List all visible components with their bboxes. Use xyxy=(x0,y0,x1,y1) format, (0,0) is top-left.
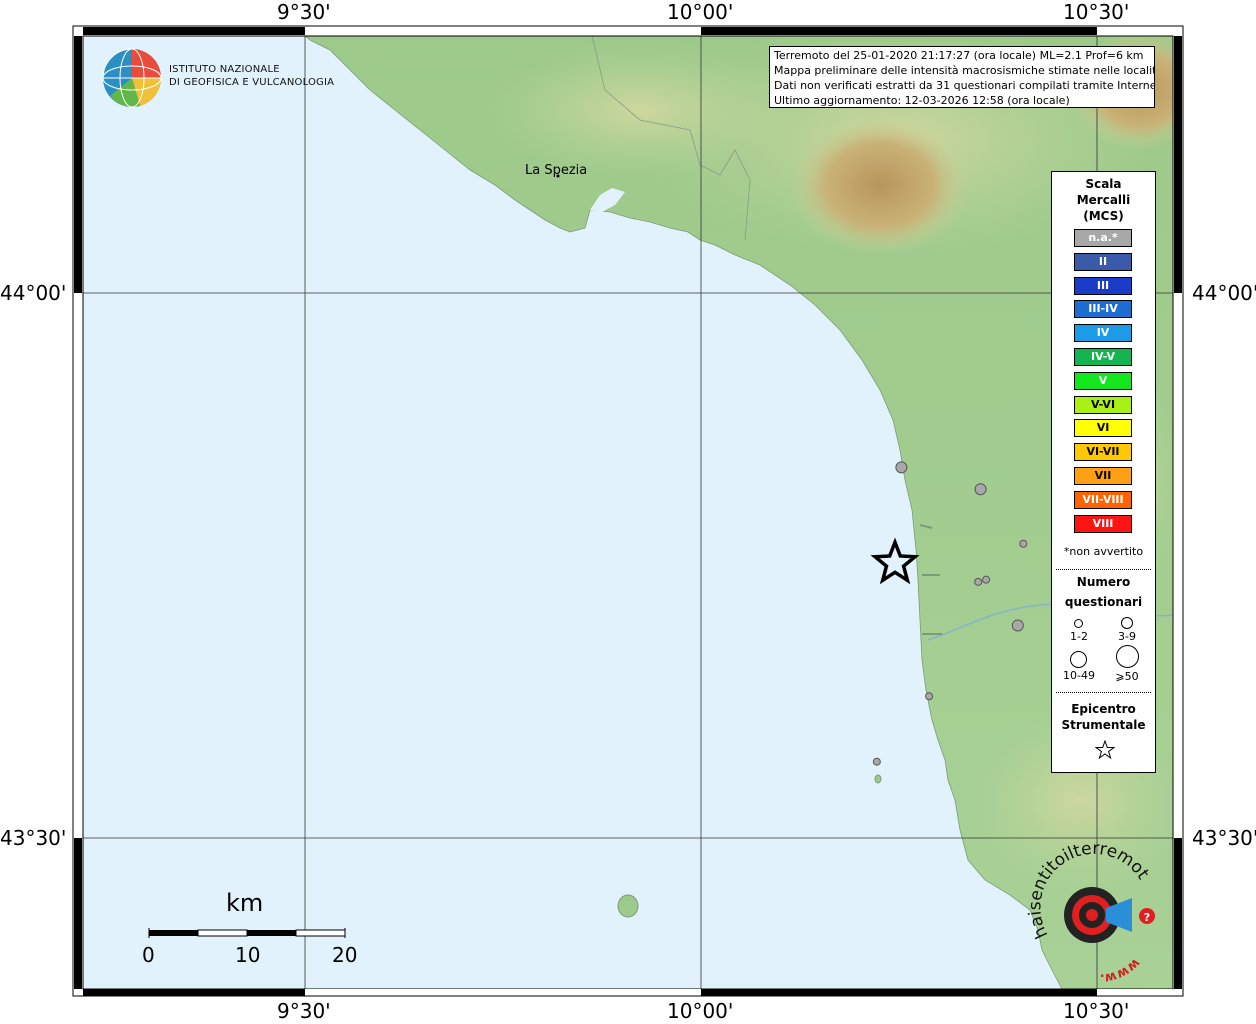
size-circle-1-2 xyxy=(1074,619,1083,628)
size-label-3-9: 3-9 xyxy=(1118,630,1136,643)
legend-title-line2: Mercalli xyxy=(1076,193,1131,207)
lat-label-left-2: 43°30' xyxy=(0,826,67,850)
legend-numero-line2: questionari xyxy=(1064,595,1143,609)
apuan-alps xyxy=(790,115,970,255)
legend-epi-line1: Epicentro xyxy=(1071,702,1136,716)
observation-dot xyxy=(974,577,983,586)
lon-label-top-3: 10°30' xyxy=(1063,0,1130,24)
scale-tick-10: 10 xyxy=(235,943,261,967)
legend-class-vii: VII xyxy=(1074,467,1132,485)
size-circle-10-49 xyxy=(1070,651,1087,668)
legend-class-iii: III xyxy=(1074,276,1132,295)
size-label-1-2: 1-2 xyxy=(1070,630,1088,643)
legend-class-iv-v: IV-V xyxy=(1074,348,1132,366)
size-circle-50 xyxy=(1116,645,1139,668)
legend-class-viii: VIII xyxy=(1074,514,1132,533)
observation-dot xyxy=(974,483,987,496)
island-gorgona xyxy=(617,894,639,918)
mcs-legend: Scala Mercalli (MCS) n.a.* II III III-IV IV I… xyxy=(1051,171,1156,773)
lon-label-bottom-3: 10°30' xyxy=(1063,999,1130,1023)
lat-label-left-1: 44°00' xyxy=(0,281,67,305)
legend-separator-1 xyxy=(1056,569,1151,570)
lat-label-right-2: 43°30' xyxy=(1192,826,1256,850)
observation-dot xyxy=(895,461,908,474)
scale-tick-0: 0 xyxy=(142,943,155,967)
event-info-box: Terremoto del 25-01-2020 21:17:27 (ora l… xyxy=(769,46,1155,108)
svg-text:?: ? xyxy=(1144,911,1150,924)
legend-class-vi-vii: VI-VII xyxy=(1074,443,1132,462)
lon-label-top-1: 9°30' xyxy=(277,0,331,24)
legend-class-v: V xyxy=(1074,371,1132,390)
scale-tick-20: 20 xyxy=(332,943,358,967)
lon-label-bottom-2: 10°00' xyxy=(667,999,734,1023)
institute-line2: DI GEOFISICA E VULCANOLOGIA xyxy=(169,77,335,88)
observation-dot xyxy=(982,575,991,584)
size-label-10-49: 10-49 xyxy=(1063,669,1095,682)
lon-label-bottom-1: 9°30' xyxy=(277,999,331,1023)
size-circle-3-9 xyxy=(1121,617,1133,629)
legend-class-vi: VI xyxy=(1074,419,1132,438)
event-info-line4: Ultimo aggiornamento: 12-03-2026 12:58 (… xyxy=(774,94,1070,107)
observation-dot xyxy=(872,757,881,766)
legend-title: Scala Mercalli (MCS) xyxy=(1052,176,1155,224)
legend-class-vii-viii: VII-VIII xyxy=(1074,490,1132,509)
event-info-line3: Dati non verificati estratti da 31 quest… xyxy=(774,79,1155,92)
legend-class-n-a-: n.a.* xyxy=(1074,229,1132,247)
legend-title-line3: (MCS) xyxy=(1083,209,1124,223)
institute-name: ISTITUTO NAZIONALE DI GEOFISICA E VULCAN… xyxy=(169,63,334,89)
legend-title-line1: Scala xyxy=(1085,177,1122,191)
observation-dot xyxy=(1019,539,1028,548)
legend-class-iii-iv: III-IV xyxy=(1074,300,1132,319)
legend-class-iv: IV xyxy=(1074,324,1132,343)
legend-epi-line2: Strumentale xyxy=(1061,718,1146,732)
event-info-line1: Terremoto del 25-01-2020 21:17:27 (ora l… xyxy=(774,49,1144,62)
legend-star-icon xyxy=(1095,740,1115,760)
size-label-50: ⩾50 xyxy=(1115,670,1139,683)
hills-north xyxy=(480,40,800,180)
legend-note: *non avvertito xyxy=(1063,545,1144,558)
legend-separator-2 xyxy=(1056,692,1151,693)
scale-unit: km xyxy=(226,889,264,917)
legend-class-ii: II xyxy=(1074,252,1132,271)
event-info-line2: Mappa preliminare delle intensità macros… xyxy=(774,64,1155,77)
city-label-la-spezia: La Spezia xyxy=(525,163,588,178)
observation-dot xyxy=(925,692,934,701)
ingv-logo-icon xyxy=(102,48,162,108)
observation-dot xyxy=(1011,619,1024,632)
institute-line1: ISTITUTO NAZIONALE xyxy=(169,64,280,75)
lat-label-right-1: 44°00' xyxy=(1192,281,1256,305)
legend-numero-line1: Numero xyxy=(1076,575,1131,589)
legend-class-v-vi: V-VI xyxy=(1074,395,1132,414)
islet-meloria xyxy=(874,774,882,784)
lon-label-top-2: 10°00' xyxy=(667,0,734,24)
